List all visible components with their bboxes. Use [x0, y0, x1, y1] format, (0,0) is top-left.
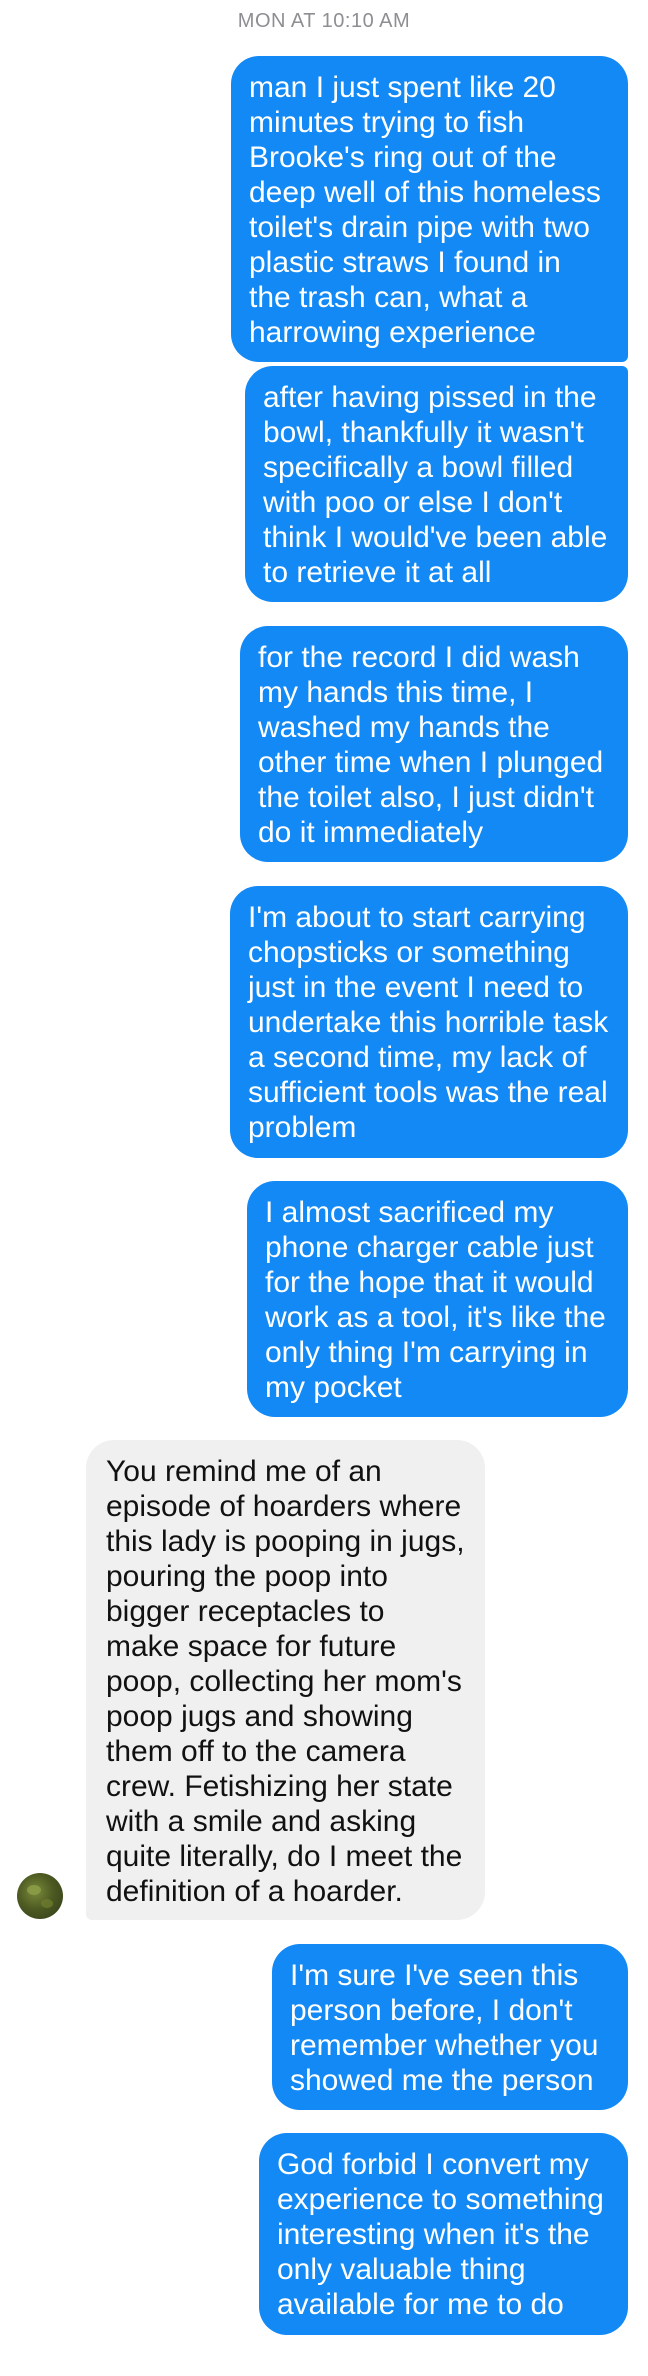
contact-avatar[interactable] — [17, 1873, 63, 1919]
outgoing-message-bubble[interactable]: man I just spent like 20 minutes trying … — [231, 56, 628, 362]
outgoing-message-bubble[interactable]: after having pissed in the bowl, thankfu… — [245, 366, 628, 602]
outgoing-message-bubble[interactable]: I'm sure I've seen this person before, I… — [272, 1944, 628, 2110]
avatar-image-detail — [27, 1885, 41, 1895]
outgoing-message-bubble[interactable]: for the record I did wash my hands this … — [240, 626, 628, 862]
outgoing-message-bubble[interactable]: I almost sacrificed my phone charger cab… — [247, 1181, 628, 1417]
outgoing-message-bubble[interactable]: I'm about to start carrying chopsticks o… — [230, 886, 628, 1158]
incoming-message-bubble[interactable]: You remind me of an episode of hoarders … — [86, 1440, 485, 1920]
avatar-image-detail — [41, 1899, 53, 1908]
message-timestamp: MON AT 10:10 AM — [237, 10, 411, 32]
outgoing-message-bubble[interactable]: God forbid I convert my experience to so… — [259, 2133, 628, 2335]
